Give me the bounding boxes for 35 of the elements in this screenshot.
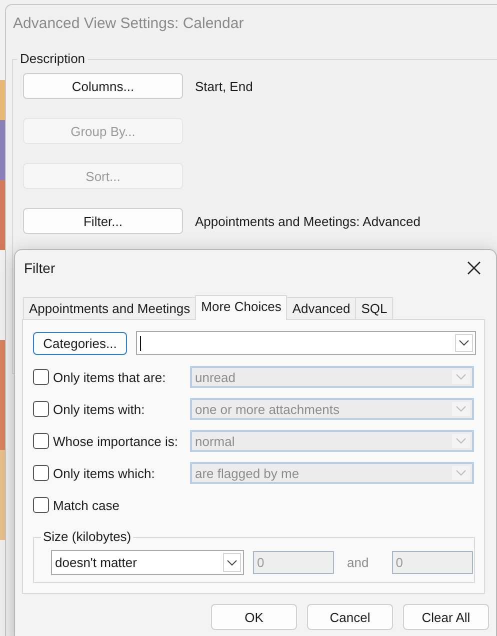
tab[interactable]: More Choices — [195, 295, 288, 320]
chevron-down-icon — [456, 374, 466, 380]
group-label: Size (kilobytes) — [41, 529, 134, 544]
setting-value: Appointments and Meetings: Advanced — [195, 214, 420, 228]
checkbox[interactable] — [33, 497, 49, 513]
dialog-button[interactable]: Clear All — [403, 604, 489, 630]
chevron-down-icon — [459, 340, 469, 346]
dialog-title: Filter — [24, 260, 56, 276]
checkbox-label: Match case — [53, 498, 120, 512]
checkbox[interactable] — [33, 465, 49, 481]
dialog-button[interactable]: OK — [211, 604, 297, 630]
setting-value: Start, End — [195, 78, 253, 94]
chevron-down-icon — [456, 470, 466, 476]
categories-field[interactable] — [136, 331, 476, 355]
size-dropdown[interactable]: doesn't matter — [51, 550, 244, 575]
dialog-button[interactable]: Cancel — [307, 604, 393, 630]
checkbox-label: Only items which: — [53, 466, 155, 480]
chevron-down-icon — [456, 438, 466, 444]
dialog-button[interactable]: Filter... — [23, 208, 183, 234]
checkbox[interactable] — [33, 433, 49, 449]
close-icon[interactable] — [467, 261, 481, 275]
tab[interactable]: SQL — [355, 297, 394, 319]
joiner-label: and — [347, 555, 369, 570]
categories-button[interactable]: Categories... — [33, 332, 127, 354]
dialog-button[interactable]: Columns... — [23, 73, 183, 99]
group-label: Description — [17, 51, 88, 66]
checkbox-label: Only items with: — [53, 402, 145, 416]
checkbox[interactable] — [33, 401, 49, 417]
window-title: Advanced View Settings: Calendar — [12, 14, 245, 34]
tab[interactable]: Appointments and Meetings — [23, 297, 196, 319]
chevron-down-icon — [227, 560, 237, 566]
checkbox[interactable] — [33, 369, 49, 385]
checkbox-label: Only items that are: — [53, 370, 166, 384]
checkbox-label: Whose importance is: — [53, 434, 178, 448]
chevron-down-icon — [456, 406, 466, 412]
